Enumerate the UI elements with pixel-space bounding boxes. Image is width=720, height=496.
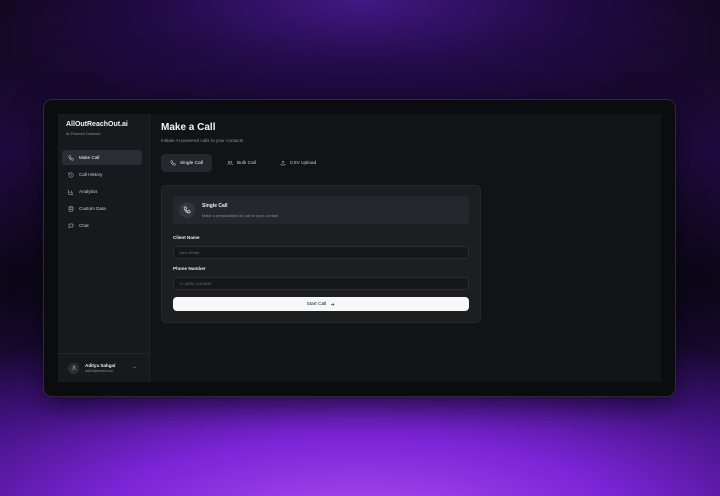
sidebar-item-label: Call History [79,172,103,177]
phone-icon [183,206,191,214]
call-tabs: Single Call Bulk Call CSV Upload [161,154,331,172]
tab-bulk-call[interactable]: Bulk Call [218,154,265,172]
brand-subtitle: AI-Powered Outreach [66,132,101,136]
phone-icon [170,160,176,166]
user-name: Aditya Sahgal [85,363,116,368]
phone-icon-badge [179,202,195,218]
page-subtitle: Initiate AI-powered calls to your contac… [161,138,244,143]
device-frame: AllOutReachOut.ai AI-Powered Outreach Ma… [44,100,675,396]
sidebar-item-label: Make Call [79,155,100,160]
phone-number-input[interactable] [173,277,469,290]
brand-title: AllOutReachOut.ai [66,121,128,128]
avatar [68,362,79,374]
chat-icon [68,223,74,229]
phone-icon [68,155,74,161]
database-icon [68,205,74,212]
client-name-input[interactable] [173,246,469,259]
single-call-info: Single Call Make a personalized AI call … [173,196,469,224]
sidebar: AllOutReachOut.ai AI-Powered Outreach Ma… [58,114,150,382]
user-email: adi24@email.com [85,369,114,373]
sidebar-item-custom-data[interactable]: Custom Data [62,201,142,216]
start-call-label: Start Call [306,301,327,307]
info-title: Single Call [202,203,228,209]
main-content: Make a Call Initiate AI-powered calls to… [150,114,661,382]
sidebar-item-label: Custom Data [79,206,106,211]
user-profile[interactable]: Aditya Sahgal adi24@email.com [58,353,149,382]
client-name-label: Client Name [173,235,200,240]
arrow-right-icon [331,302,335,306]
history-icon [68,172,74,177]
tab-csv-upload[interactable]: CSV Upload [271,154,325,172]
page-title: Make a Call [161,122,216,133]
tab-label: Bulk Call [236,160,256,166]
app-window: AllOutReachOut.ai AI-Powered Outreach Ma… [58,114,661,382]
users-icon [227,160,233,166]
sidebar-item-label: Chat [79,223,89,228]
user-icon [71,365,76,371]
sidebar-item-call-history[interactable]: Call History [62,167,142,182]
sidebar-item-chat[interactable]: Chat [62,218,142,233]
user-info: Aditya Sahgal adi24@email.com [85,363,115,373]
tab-label: CSV Upload [289,160,317,166]
chevron-up-icon[interactable] [132,365,137,370]
bar-chart-icon [68,189,74,194]
single-call-card: Single Call Make a personalized AI call … [161,185,481,323]
phone-number-label: Phone Number [173,266,206,271]
upload-icon [280,160,286,166]
info-subtitle: Make a personalized AI call to your cont… [202,213,279,218]
tab-single-call[interactable]: Single Call [161,154,212,172]
sidebar-item-analytics[interactable]: Analytics [62,184,142,199]
sidebar-nav: Make Call Call History Analytics Custom … [62,150,142,235]
sidebar-item-make-call[interactable]: Make Call [62,150,142,165]
sidebar-item-label: Analytics [79,189,98,194]
tab-label: Single Call [180,160,203,166]
start-call-button[interactable]: Start Call [173,297,469,311]
